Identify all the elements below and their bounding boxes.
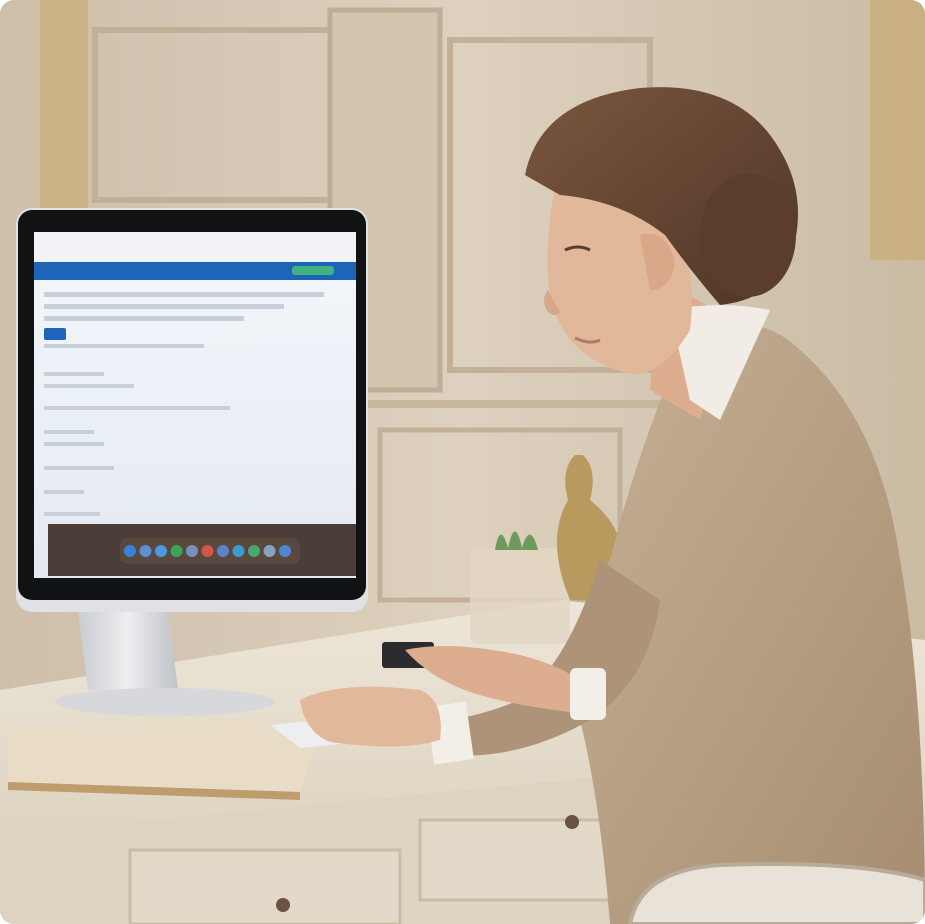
- monitor-base: [55, 688, 275, 716]
- desk-drawer-left: [128, 848, 402, 924]
- finder-icon[interactable]: [124, 545, 136, 557]
- photo-frame: [0, 0, 925, 924]
- primary-button[interactable]: [44, 328, 66, 340]
- app-icon-7[interactable]: [217, 545, 229, 557]
- office-scene: [0, 0, 925, 924]
- app-icon-3[interactable]: [155, 545, 167, 557]
- app-icon-10[interactable]: [263, 545, 276, 557]
- dock-icons: [124, 545, 291, 557]
- hair-bun: [700, 173, 796, 297]
- monitor-stand: [78, 612, 178, 690]
- header-action-button[interactable]: [292, 266, 334, 275]
- drawer-knob-right: [565, 815, 579, 829]
- browser-toolbar[interactable]: [34, 232, 356, 262]
- app-icon-11[interactable]: [279, 545, 291, 557]
- gilded-frame-left: [40, 0, 88, 240]
- chair-back: [627, 862, 925, 924]
- desk-drawer-right: [418, 818, 622, 902]
- drawer-knob-left: [276, 898, 290, 912]
- app-icon-9[interactable]: [248, 545, 260, 557]
- app-icon-5[interactable]: [186, 545, 198, 557]
- plant-pot: [470, 548, 570, 644]
- chair-rail: [360, 400, 690, 408]
- left-cuff: [570, 668, 606, 720]
- app-icon-2[interactable]: [139, 545, 152, 557]
- app-icon-6[interactable]: [201, 545, 214, 557]
- app-icon-8[interactable]: [232, 545, 245, 557]
- book: [8, 720, 315, 792]
- gilded-frame-right: [870, 0, 925, 260]
- maps-icon[interactable]: [170, 545, 183, 557]
